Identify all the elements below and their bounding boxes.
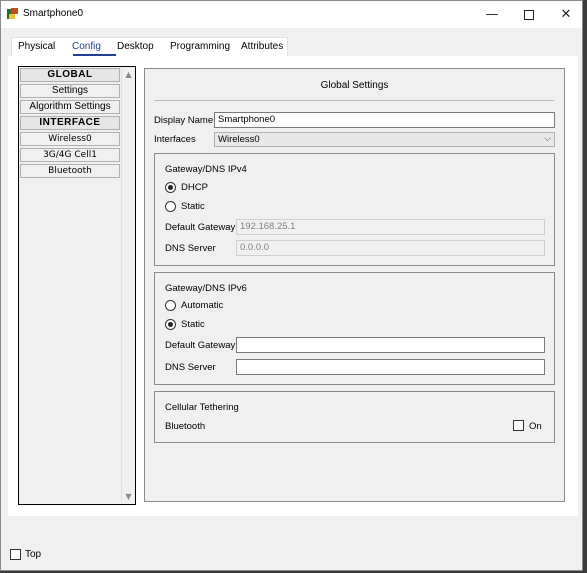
ipv4-dns-input[interactable]: 0.0.0.0: [236, 240, 545, 256]
ipv6-title: Gateway/DNS IPv6: [165, 283, 247, 294]
interfaces-select-value: Wireless0: [218, 134, 260, 145]
bluetooth-on-checkbox[interactable]: [513, 420, 524, 431]
packet-tracer-icon: [7, 8, 18, 19]
ipv6-gateway-input[interactable]: [236, 337, 545, 353]
maximize-button[interactable]: [510, 1, 548, 28]
scroll-down-icon[interactable]: ▼: [124, 492, 133, 501]
ipv6-automatic-label: Automatic: [181, 300, 224, 311]
chevron-down-icon: ⌵: [544, 134, 551, 144]
tab-bar: Physical Config Desktop Programming Attr…: [11, 37, 288, 56]
app-window: Smartphone0 — ✕ Physical Config Desktop …: [0, 0, 583, 571]
sidebar-header-global: GLOBAL: [20, 68, 120, 82]
ipv6-gateway-label: Default Gateway: [165, 340, 236, 351]
ipv4-gateway-label: Default Gateway: [165, 222, 236, 233]
minimize-button[interactable]: —: [473, 1, 511, 28]
ipv4-gateway-input[interactable]: 192.168.25.1: [236, 219, 545, 235]
interfaces-label: Interfaces: [154, 134, 196, 145]
tab-physical[interactable]: Physical: [18, 41, 55, 52]
ipv6-static-label: Static: [181, 319, 205, 330]
ipv4-dhcp-label: DHCP: [181, 182, 208, 193]
minimize-icon: —: [485, 7, 499, 22]
display-name-label: Display Name: [154, 115, 214, 126]
interfaces-select[interactable]: Wireless0 ⌵: [214, 132, 555, 147]
top-label: Top: [25, 549, 42, 560]
sidebar-item-settings[interactable]: Settings: [20, 84, 120, 98]
global-settings-panel: Global Settings Display Name Smartphone0…: [144, 68, 565, 502]
ipv4-dhcp-radio[interactable]: [165, 182, 176, 193]
sidebar-item-bluetooth[interactable]: Bluetooth: [20, 164, 120, 178]
ipv6-static-radio[interactable]: [165, 319, 176, 330]
config-content: GLOBAL Settings Algorithm Settings INTER…: [8, 56, 578, 516]
ipv6-automatic-radio[interactable]: [165, 300, 176, 311]
scroll-up-icon[interactable]: ▲: [124, 70, 133, 79]
sidebar-item-algorithm-settings[interactable]: Algorithm Settings: [20, 100, 120, 114]
tab-config[interactable]: Config: [72, 41, 101, 52]
ipv6-group: Gateway/DNS IPv6 Automatic Static Defaul…: [154, 272, 555, 385]
sidebar-item-3g4g-cell1[interactable]: 3G/4G Cell1: [20, 148, 120, 162]
ipv4-dns-label: DNS Server: [165, 243, 216, 254]
tethering-group: Cellular Tethering Bluetooth On: [154, 391, 555, 443]
panel-title: Global Settings: [320, 80, 389, 91]
tab-attributes[interactable]: Attributes: [241, 41, 283, 52]
sidebar: GLOBAL Settings Algorithm Settings INTER…: [18, 66, 136, 505]
ipv4-title: Gateway/DNS IPv4: [165, 164, 247, 175]
title-divider: [154, 100, 554, 101]
ipv4-group: Gateway/DNS IPv4 DHCP Static Default Gat…: [154, 153, 555, 266]
tethering-title: Cellular Tethering: [165, 402, 239, 413]
ipv6-dns-label: DNS Server: [165, 362, 216, 373]
close-button[interactable]: ✕: [547, 1, 585, 28]
bluetooth-label: Bluetooth: [165, 421, 206, 432]
ipv4-static-label: Static: [181, 201, 205, 212]
ipv6-dns-input[interactable]: [236, 359, 545, 375]
sidebar-scrollbar[interactable]: ▲ ▼: [121, 68, 134, 503]
sidebar-item-wireless0[interactable]: Wireless0: [20, 132, 120, 146]
window-title: Smartphone0: [23, 8, 84, 19]
title-bar[interactable]: Smartphone0 — ✕: [1, 1, 582, 28]
maximize-icon: [524, 9, 534, 20]
sidebar-header-interface: INTERFACE: [20, 116, 120, 130]
display-name-input[interactable]: Smartphone0: [214, 112, 555, 128]
ipv4-static-radio[interactable]: [165, 201, 176, 212]
tab-desktop[interactable]: Desktop: [117, 41, 154, 52]
bluetooth-on-label: On: [529, 421, 542, 432]
top-checkbox[interactable]: [10, 549, 21, 560]
tab-programming[interactable]: Programming: [170, 41, 230, 52]
close-icon: ✕: [560, 7, 572, 22]
